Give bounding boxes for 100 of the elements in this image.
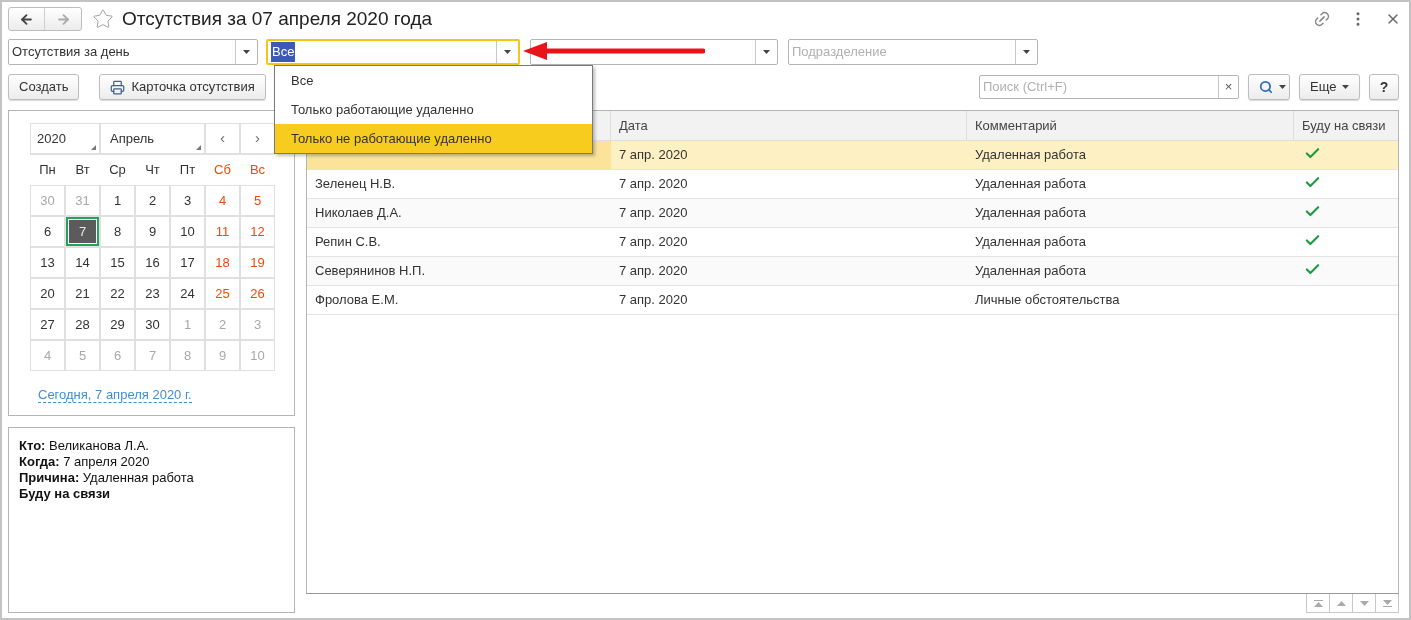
up-arrow-icon xyxy=(1313,599,1323,607)
weekday-label: Вс xyxy=(240,154,275,185)
down-arrow-icon xyxy=(1359,599,1369,607)
table-cell-text: Личные обстоятельства xyxy=(974,291,1121,310)
weekday-label: Ср xyxy=(100,154,135,185)
table-cell-text: Удаленная работа xyxy=(974,233,1087,252)
table-cell-text: Николаев Д.А. xyxy=(314,204,403,223)
today-link[interactable]: Сегодня, 7 апреля 2020 г. xyxy=(38,387,192,403)
table-cell-text: Удаленная работа xyxy=(974,146,1087,165)
calendar-day[interactable]: 3 xyxy=(170,185,205,216)
calendar-day[interactable]: 26 xyxy=(240,278,275,309)
calendar-day[interactable]: 18 xyxy=(205,247,240,278)
more-button[interactable]: Еще xyxy=(1299,74,1360,100)
dropdown-option[interactable]: Только работающие удаленно xyxy=(275,95,592,124)
weekday-label: Вт xyxy=(65,154,100,185)
calendar-day[interactable]: 30 xyxy=(135,309,170,340)
calendar-day[interactable]: 2 xyxy=(135,185,170,216)
up-arrow-icon xyxy=(1336,599,1346,607)
calendar-day[interactable]: 5 xyxy=(240,185,275,216)
calendar-day[interactable]: 10 xyxy=(170,216,205,247)
calendar-day[interactable]: 20 xyxy=(30,278,65,309)
forward-icon xyxy=(55,11,71,27)
weekday-label: Сб xyxy=(205,154,240,185)
field-placeholder: Подразделение xyxy=(792,43,887,62)
card-button[interactable]: Карточка отсутствия xyxy=(99,74,266,100)
calendar-day[interactable]: 1 xyxy=(100,185,135,216)
calendar-day[interactable]: 22 xyxy=(100,278,135,309)
calendar-day[interactable]: 13 xyxy=(30,247,65,278)
calendar-day[interactable]: 15 xyxy=(100,247,135,278)
calendar-day[interactable]: 14 xyxy=(65,247,100,278)
calendar-day[interactable]: 4 xyxy=(205,185,240,216)
printer-icon xyxy=(110,79,126,95)
calendar-day[interactable]: 8 xyxy=(100,216,135,247)
table-cell-text: Удаленная работа xyxy=(974,175,1087,194)
caret-icon xyxy=(1023,50,1030,54)
calendar-day[interactable]: 27 xyxy=(30,309,65,340)
clear-button[interactable]: × xyxy=(1218,76,1238,98)
caret-icon xyxy=(504,50,511,54)
caret-icon xyxy=(243,50,250,54)
search-button[interactable] xyxy=(1248,74,1290,100)
weekday-label: Пт xyxy=(170,154,205,185)
weekday-label: Пн xyxy=(30,154,65,185)
detail-line: Буду на связи xyxy=(19,486,112,502)
calendar-day[interactable]: 19 xyxy=(240,247,275,278)
table-cell-text: Репин С.В. xyxy=(314,233,382,252)
filter-field[interactable]: Все xyxy=(266,39,520,65)
field-value: Отсутствия за день xyxy=(12,43,130,62)
table-cell-text: 7 апр. 2020 xyxy=(618,204,689,223)
calendar-day[interactable]: 29 xyxy=(100,309,135,340)
corner-icon xyxy=(91,145,96,150)
table-cell-text: Фролова Е.М. xyxy=(314,291,400,310)
dropdown-option[interactable]: Все xyxy=(275,66,592,95)
caret-icon xyxy=(763,50,770,54)
table-row[interactable]: Николаев Д.А. 7 апр. 2020 Удаленная работа xyxy=(307,199,1398,228)
calendar-day[interactable]: 25 xyxy=(205,278,240,309)
calendar-day[interactable]: 11 xyxy=(205,216,240,247)
star-icon[interactable] xyxy=(92,8,114,30)
search-icon xyxy=(1259,80,1273,94)
table-cell-text: Северянинов Н.П. xyxy=(314,262,427,281)
weekday-label: Чт xyxy=(135,154,170,185)
month-selector[interactable]: Апрель xyxy=(100,123,205,154)
column-header[interactable]: Дата xyxy=(611,111,967,140)
table-cell-text: 7 апр. 2020 xyxy=(618,233,689,252)
help-button[interactable]: ? xyxy=(1369,74,1399,100)
caret-icon xyxy=(1342,85,1350,89)
table-cell-text: Удаленная работа xyxy=(974,204,1087,223)
dropdown-option[interactable]: Только не работающие удаленно xyxy=(275,124,592,153)
corner-icon xyxy=(196,145,201,150)
field-value: Все xyxy=(271,42,296,62)
column-header[interactable]: Буду на связи xyxy=(1294,111,1398,140)
detail-line: Причина: Удаленная работа xyxy=(19,470,195,486)
down-arrow-icon xyxy=(1382,599,1392,607)
calendar-day[interactable]: 23 xyxy=(135,278,170,309)
calendar-day[interactable]: 28 xyxy=(65,309,100,340)
window-title: Отсутствия за 07 апреля 2020 года xyxy=(122,6,433,31)
calendar-day[interactable]: 16 xyxy=(135,247,170,278)
search-placeholder: Поиск (Ctrl+F) xyxy=(982,78,1069,97)
previous-month-button[interactable]: ‹ xyxy=(205,123,240,154)
table-cell-text: 7 апр. 2020 xyxy=(618,291,689,310)
table-cell-text: 7 апр. 2020 xyxy=(618,146,689,165)
table-cell-text: 7 апр. 2020 xyxy=(618,262,689,281)
calendar-day[interactable]: 24 xyxy=(170,278,205,309)
calendar-day[interactable]: 9 xyxy=(135,216,170,247)
year-selector[interactable]: 2020 xyxy=(30,123,100,154)
column-header[interactable]: Комментарий xyxy=(967,111,1294,140)
calendar-day[interactable]: 6 xyxy=(30,216,65,247)
calendar-day[interactable]: 21 xyxy=(65,278,100,309)
filter-field[interactable]: Отсутствия за день xyxy=(8,39,258,65)
table-row[interactable]: Северянинов Н.П. 7 апр. 2020 Удаленная работа xyxy=(307,257,1398,286)
caret-icon xyxy=(1279,85,1286,89)
search-field[interactable]: Поиск (Ctrl+F) × xyxy=(979,75,1239,99)
table-cell-text: Удаленная работа xyxy=(974,262,1087,281)
detail-line: Кто: Великанова Л.А. xyxy=(19,438,150,454)
table-cell-text: Зеленец Н.В. xyxy=(314,175,397,194)
table-cell-text: 7 апр. 2020 xyxy=(618,175,689,194)
calendar-day[interactable]: 17 xyxy=(170,247,205,278)
calendar-day[interactable]: 12 xyxy=(240,216,275,247)
create-button[interactable]: Создать xyxy=(8,74,80,100)
calendar-day[interactable]: 7 xyxy=(66,217,99,246)
back-icon xyxy=(19,11,34,27)
